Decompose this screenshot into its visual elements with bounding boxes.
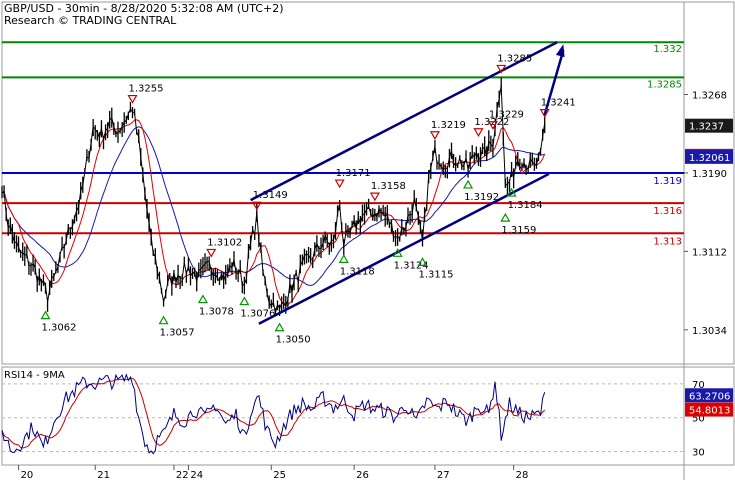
swing-low-marker <box>158 315 169 325</box>
swing-high-marker <box>127 94 138 104</box>
swing-low-marker <box>463 179 474 189</box>
swing-markers: 1.3062 1.3255 1.3057 1.3078 1.3102 1.3076 1.31… <box>40 53 576 346</box>
swing-low-label: 1.3184 <box>508 200 543 211</box>
time-tick-label: 28 <box>516 470 529 480</box>
swing-low-marker <box>40 310 51 320</box>
axes: 1.3268 1.3190 1.3112 1.3034 20 21 22 24 25 26 27 28… <box>18 91 727 481</box>
swing-high-marker <box>429 131 440 140</box>
swing-low-marker <box>500 212 511 222</box>
time-tick-label: 26 <box>356 470 369 480</box>
swing-low-label: 1.3118 <box>340 266 375 277</box>
projection-arrow-head <box>555 44 565 58</box>
moving-averages <box>1 119 546 306</box>
horizontal-levels: 1.332 1.3285 1.319 1.316 1.313 <box>2 41 684 247</box>
channel-lower-line <box>258 172 550 325</box>
swing-high-label: 1.3255 <box>129 84 164 95</box>
swing-high-label: 1.3171 <box>336 168 371 179</box>
level-label: 1.319 <box>653 176 682 187</box>
level-label: 1.3285 <box>647 79 682 90</box>
swing-low-label: 1.3078 <box>199 307 234 318</box>
price-tag-label: 1.3237 <box>689 122 724 133</box>
rsi-tag-label: 54.8013 <box>689 406 730 417</box>
time-tick-label: 27 <box>437 470 450 480</box>
level-label: 1.332 <box>653 44 682 55</box>
time-tick-label: 24 <box>190 470 203 480</box>
swing-high-label: 1.3158 <box>371 181 406 192</box>
swing-high-label: 1.3219 <box>431 120 466 131</box>
swing-high-label: 1.3285 <box>497 53 532 64</box>
rsi-panel <box>1 373 684 455</box>
rsi-tick-label: 30 <box>692 447 705 458</box>
trading-chart: 1.3321.32851.3191.3161.313 1.30621.32551… <box>1 1 735 481</box>
swing-low-marker <box>197 294 208 304</box>
swing-high-marker <box>369 192 380 202</box>
swing-high-marker <box>334 179 345 189</box>
swing-high-marker <box>206 248 217 258</box>
time-tick-label: 20 <box>21 470 34 480</box>
swing-low-label: 1.3062 <box>42 323 77 334</box>
swing-high-label: 1.3149 <box>253 190 288 201</box>
swing-low-label: 1.3050 <box>276 335 311 346</box>
price-tick-label: 1.3034 <box>692 326 727 337</box>
swing-low-label: 1.3159 <box>501 225 536 236</box>
research-credit: Research © TRADING CENTRAL <box>4 14 177 27</box>
swing-low-marker <box>338 254 349 263</box>
swing-low-label: 1.3057 <box>160 328 195 339</box>
level-label: 1.313 <box>653 236 682 247</box>
time-tick-label: 21 <box>97 470 110 480</box>
swing-low-marker <box>239 296 250 306</box>
rsi-tag-label: 63.2706 <box>689 391 730 402</box>
time-tick-label: 22 <box>176 470 189 480</box>
price-panel-border <box>1 1 735 365</box>
swing-low-label: 1.3192 <box>464 192 499 203</box>
rsi-line <box>1 373 546 455</box>
ma-fast-line <box>1 119 546 306</box>
swing-high-label: 1.3241 <box>541 98 576 109</box>
swing-high-marker <box>473 128 484 137</box>
axis-tags: 1.32371.32071.3206163.270654.8013 <box>685 118 733 417</box>
swing-low-marker <box>274 322 285 332</box>
price-tag-label: 1.32061 <box>689 153 730 164</box>
swing-low-label: 1.3076 <box>240 309 275 320</box>
swing-low-label: 1.3115 <box>419 269 454 280</box>
chart-root: 1.332 1.3285 1.319 1.316 1.313 1.3062 1.3255 1… <box>0 0 735 481</box>
swing-high-label: 1.3229 <box>489 110 524 121</box>
ma-slow-line <box>1 126 545 287</box>
time-tick-label: 25 <box>273 470 286 480</box>
price-tick-label: 1.3112 <box>692 247 727 258</box>
swing-high-label: 1.3102 <box>207 237 242 248</box>
rsi-ma-line <box>1 377 546 449</box>
price-tick-label: 1.3268 <box>692 91 727 102</box>
rsi-title: RSI14 - 9MA <box>4 370 65 381</box>
price-tick-label: 1.3190 <box>692 169 727 180</box>
level-label: 1.316 <box>653 206 682 217</box>
